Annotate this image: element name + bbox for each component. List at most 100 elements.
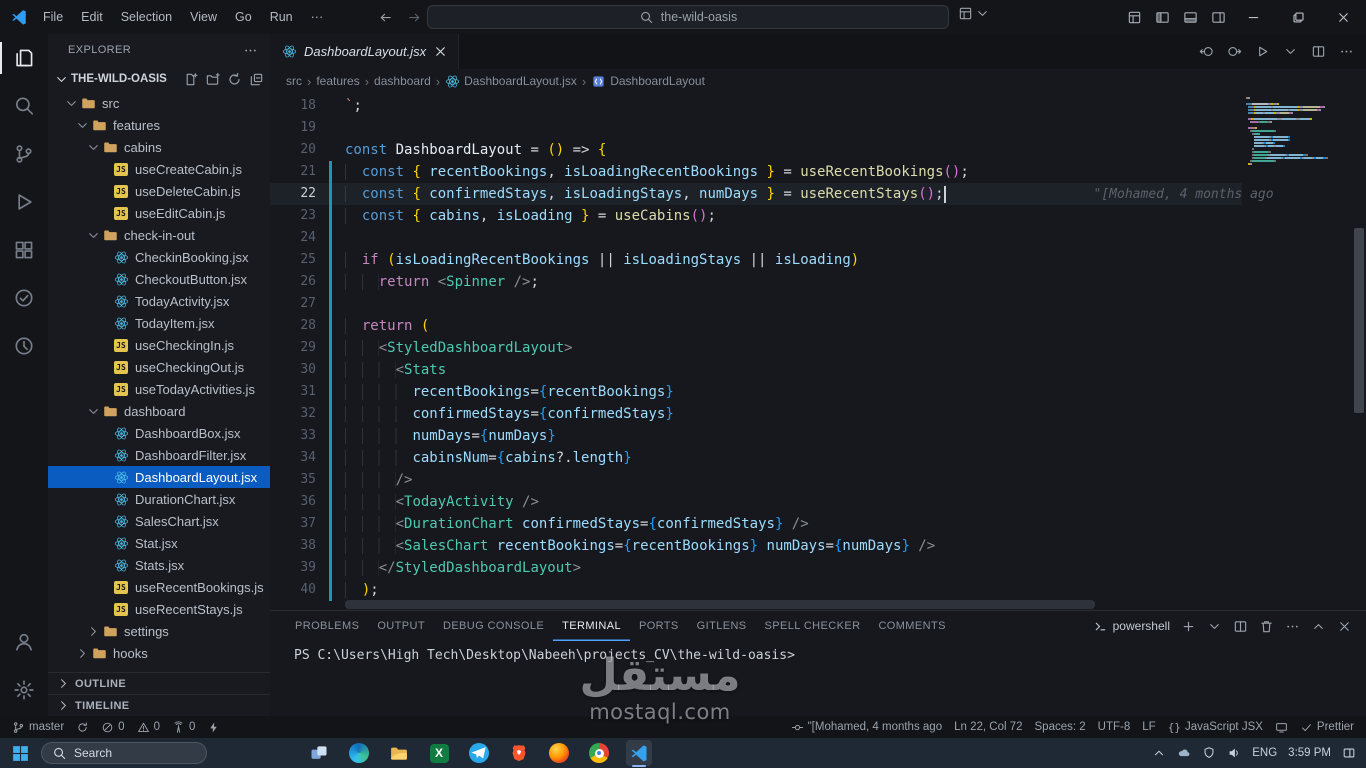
more-icon[interactable] bbox=[1339, 44, 1354, 59]
new-folder-icon[interactable] bbox=[205, 72, 220, 87]
collapse-all-icon[interactable] bbox=[249, 72, 264, 87]
section-outline[interactable]: OUTLINE bbox=[48, 672, 270, 694]
line-number[interactable]: 26 bbox=[270, 271, 316, 293]
line-number[interactable]: 36 bbox=[270, 491, 316, 513]
tree-file-checkinbooking-jsx[interactable]: CheckinBooking.jsx bbox=[48, 246, 270, 268]
run-icon[interactable] bbox=[1255, 44, 1270, 59]
shell-selector[interactable]: powershell bbox=[1093, 619, 1170, 634]
menu-view[interactable]: View bbox=[181, 0, 226, 34]
more-icon[interactable] bbox=[243, 43, 258, 58]
project-root-row[interactable]: THE-WILD-OASIS bbox=[48, 66, 270, 92]
section-timeline[interactable]: TIMELINE bbox=[48, 694, 270, 716]
tray-chevron-icon[interactable] bbox=[1152, 746, 1166, 760]
tree-file-checkoutbutton-jsx[interactable]: CheckoutButton.jsx bbox=[48, 268, 270, 290]
taskbar-brave-icon[interactable] bbox=[506, 740, 532, 766]
tree-folder-dashboard[interactable]: dashboard bbox=[48, 400, 270, 422]
code-line-27[interactable]: 27 bbox=[270, 293, 1242, 315]
code-line-25[interactable]: 25 if (isLoadingRecentBookings || isLoad… bbox=[270, 249, 1242, 271]
breadcrumb-features[interactable]: features bbox=[316, 74, 359, 88]
profiles-button[interactable] bbox=[958, 6, 990, 21]
activity-search-activity-icon[interactable] bbox=[0, 82, 48, 130]
tree-file-dashboardlayout-jsx[interactable]: DashboardLayout.jsx bbox=[48, 466, 270, 488]
panel-tab-ports[interactable]: PORTS bbox=[630, 611, 688, 641]
tree-file-userecentbookings-js[interactable]: JS useRecentBookings.js bbox=[48, 576, 270, 598]
menu-file[interactable]: File bbox=[34, 0, 72, 34]
code-line-22[interactable]: 22 const { confirmedStays, isLoadingStay… bbox=[270, 183, 1274, 205]
close-icon[interactable] bbox=[433, 44, 448, 59]
code-editor[interactable]: 18 `; 19 20 const DashboardLayout = () => {2… bbox=[270, 93, 1366, 610]
tree-file-userecentstays-js[interactable]: JS useRecentStays.js bbox=[48, 598, 270, 620]
code-line-29[interactable]: 29 <StyledDashboardLayout> bbox=[270, 337, 1242, 359]
breadcrumb-dashboardlayout-jsx[interactable]: DashboardLayout.jsx bbox=[445, 74, 577, 89]
panel-tab-problems[interactable]: PROBLEMS bbox=[286, 611, 368, 641]
panel-tab-output[interactable]: OUTPUT bbox=[368, 611, 434, 641]
status-language[interactable]: {} JavaScript JSX bbox=[1162, 716, 1269, 738]
line-number[interactable]: 20 bbox=[270, 139, 316, 161]
activity-account-icon[interactable] bbox=[0, 618, 48, 666]
breadcrumb-dashboardlayout[interactable]: DashboardLayout bbox=[591, 74, 705, 89]
code-line-20[interactable]: 20 const DashboardLayout = () => { bbox=[270, 139, 1242, 161]
taskbar-excel-icon[interactable]: X bbox=[426, 740, 452, 766]
activity-settings-gear-icon[interactable] bbox=[0, 666, 48, 714]
status-sync[interactable] bbox=[70, 716, 95, 738]
tree-file-usecheckingin-js[interactable]: JS useCheckingIn.js bbox=[48, 334, 270, 356]
line-number[interactable]: 34 bbox=[270, 447, 316, 469]
new-file-icon[interactable] bbox=[183, 72, 198, 87]
minimize-button[interactable] bbox=[1231, 0, 1276, 34]
line-number[interactable]: 25 bbox=[270, 249, 316, 271]
taskbar-telegram-icon[interactable] bbox=[466, 740, 492, 766]
tray-language[interactable]: ENG bbox=[1252, 747, 1277, 759]
code-line-30[interactable]: 30 <Stats bbox=[270, 359, 1242, 381]
tree-file-usecreatecabin-js[interactable]: JS useCreateCabin.js bbox=[48, 158, 270, 180]
line-number[interactable]: 29 bbox=[270, 337, 316, 359]
tree-file-dashboardfilter-jsx[interactable]: DashboardFilter.jsx bbox=[48, 444, 270, 466]
line-number[interactable]: 31 bbox=[270, 381, 316, 403]
code-line-28[interactable]: 28 return ( bbox=[270, 315, 1242, 337]
activity-source-control-icon[interactable] bbox=[0, 130, 48, 178]
maximize-button[interactable] bbox=[1276, 0, 1321, 34]
horizontal-scrollbar[interactable] bbox=[345, 600, 1095, 609]
code-line-36[interactable]: 36 <TodayActivity /> bbox=[270, 491, 1242, 513]
menu-selection[interactable]: Selection bbox=[112, 0, 181, 34]
activity-extension-a-icon[interactable] bbox=[0, 274, 48, 322]
chevron-up-icon[interactable] bbox=[1311, 619, 1326, 634]
tree-folder-cabins[interactable]: cabins bbox=[48, 136, 270, 158]
activity-explorer-icon[interactable] bbox=[0, 34, 48, 82]
split-editor-icon[interactable] bbox=[1311, 44, 1326, 59]
line-number[interactable]: 38 bbox=[270, 535, 316, 557]
line-number[interactable]: 19 bbox=[270, 117, 316, 139]
close-icon[interactable] bbox=[1337, 619, 1352, 634]
history-forward-icon[interactable] bbox=[407, 10, 422, 25]
taskbar-search[interactable]: Search bbox=[41, 742, 207, 764]
tree-file-usedeletecabin-js[interactable]: JS useDeleteCabin.js bbox=[48, 180, 270, 202]
taskbar-task-view-icon[interactable] bbox=[306, 740, 332, 766]
tree-folder-settings[interactable]: settings bbox=[48, 620, 270, 642]
status-encoding[interactable]: UTF-8 bbox=[1092, 716, 1137, 738]
panel-tab-debug-console[interactable]: DEBUG CONSOLE bbox=[434, 611, 553, 641]
chevron-down-icon[interactable] bbox=[1283, 44, 1298, 59]
next-change-icon[interactable] bbox=[1227, 44, 1242, 59]
code-line-34[interactable]: 34 cabinsNum={cabins?.length} bbox=[270, 447, 1242, 469]
tree-file-usetodayactivities-js[interactable]: JS useTodayActivities.js bbox=[48, 378, 270, 400]
activity-extension-b-icon[interactable] bbox=[0, 322, 48, 370]
menu-run[interactable]: Run bbox=[261, 0, 302, 34]
customize-layout-icon[interactable] bbox=[1127, 10, 1142, 25]
line-number[interactable]: 22 bbox=[270, 183, 316, 205]
close-button[interactable] bbox=[1321, 0, 1366, 34]
panel-tab-gitlens[interactable]: GITLENS bbox=[688, 611, 756, 641]
tree-file-todayactivity-jsx[interactable]: TodayActivity.jsx bbox=[48, 290, 270, 312]
split-editor-icon[interactable] bbox=[1233, 619, 1248, 634]
line-number[interactable]: 35 bbox=[270, 469, 316, 491]
line-number[interactable]: 37 bbox=[270, 513, 316, 535]
taskbar-file-explorer-icon[interactable] bbox=[386, 740, 412, 766]
code-line-24[interactable]: 24 bbox=[270, 227, 1242, 249]
line-number[interactable]: 23 bbox=[270, 205, 316, 227]
status-branch[interactable]: master bbox=[6, 716, 70, 738]
security-icon[interactable] bbox=[1202, 746, 1216, 760]
tray-clock[interactable]: 3:59 PM bbox=[1288, 747, 1331, 759]
code-line-18[interactable]: 18 `; bbox=[270, 95, 1242, 117]
toggle-secondary-sidebar-icon[interactable] bbox=[1211, 10, 1226, 25]
menu-go[interactable]: Go bbox=[226, 0, 261, 34]
tree-file-useeditcabin-js[interactable]: JS useEditCabin.js bbox=[48, 202, 270, 224]
code-line-31[interactable]: 31 recentBookings={recentBookings} bbox=[270, 381, 1242, 403]
